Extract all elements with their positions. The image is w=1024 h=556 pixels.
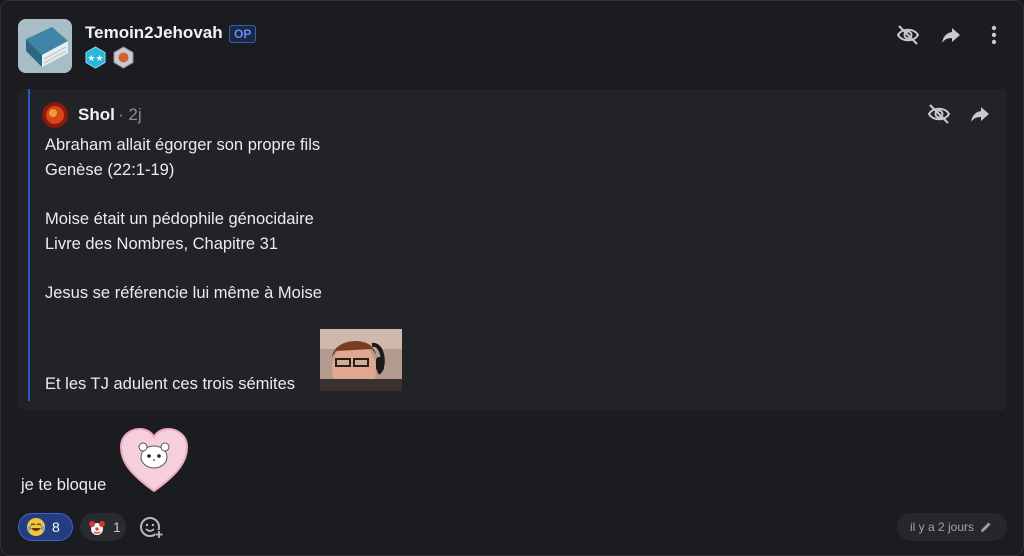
share-icon[interactable]: [967, 101, 993, 127]
quote-author-name[interactable]: Shol: [78, 105, 115, 125]
quote-bar: [28, 89, 30, 401]
quote-line: Moise était un pédophile génocidaire: [45, 210, 314, 228]
reaction-count: 8: [52, 519, 60, 535]
quoted-message[interactable]: Shol · 2j Abraham allait égorger son pro…: [18, 89, 1007, 410]
heart-sticker-icon[interactable]: [119, 427, 189, 493]
share-icon[interactable]: [938, 22, 964, 48]
timestamp[interactable]: il y a 2 jours: [897, 513, 1007, 541]
quote-line: Genèse (22:1-19): [45, 161, 175, 179]
author-avatar[interactable]: [18, 19, 72, 73]
post-text: je te bloque: [21, 476, 107, 494]
post-card: Temoin2Jehovah OP ★★ Shol · 2j Abraham a…: [0, 0, 1024, 556]
hide-icon[interactable]: [895, 22, 921, 48]
add-reaction-icon[interactable]: [139, 515, 163, 539]
quote-line: Jesus se référencie lui même à Moise: [45, 284, 322, 302]
clown-emoji-icon: [89, 521, 105, 535]
reaction-clown[interactable]: 1: [80, 513, 126, 541]
sticker-image[interactable]: [320, 329, 402, 391]
reaction-crying-laugh[interactable]: 8: [18, 513, 73, 541]
crying-laugh-emoji-icon: [27, 518, 45, 536]
more-options-icon[interactable]: [981, 22, 1007, 48]
svg-text:★★: ★★: [87, 54, 103, 64]
stars-badge-icon[interactable]: ★★: [84, 46, 107, 69]
quote-line: Et les TJ adulent ces trois sémites: [45, 375, 296, 393]
edited-pencil-icon: [981, 522, 991, 532]
reaction-count: 1: [113, 519, 121, 535]
quote-line: Livre des Nombres, Chapitre 31: [45, 235, 278, 253]
quote-time: · 2j: [118, 105, 142, 124]
quote-author-avatar[interactable]: [42, 102, 68, 128]
timestamp-text: il y a 2 jours: [910, 520, 975, 534]
author-name[interactable]: Temoin2Jehovah: [85, 23, 223, 43]
medal-badge-icon[interactable]: [112, 46, 135, 69]
op-badge: OP: [229, 25, 257, 43]
hide-icon[interactable]: [926, 101, 952, 127]
quote-line: Abraham allait égorger son propre fils: [45, 136, 321, 154]
